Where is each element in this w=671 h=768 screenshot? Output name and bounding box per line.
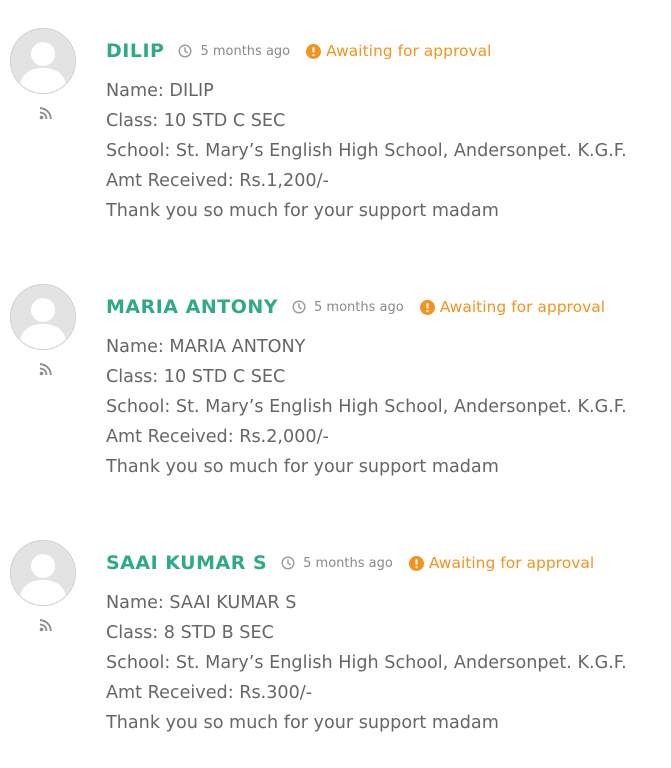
comment-status: Awaiting for approval	[326, 42, 492, 60]
rss-feed-icon[interactable]	[38, 617, 54, 633]
comment-body: Name: MARIA ANTONY Class: 10 STD C SEC S…	[106, 332, 627, 482]
comment-author[interactable]: MARIA ANTONY	[106, 296, 278, 318]
comment-line-message: Thank you so much for your support madam	[106, 713, 499, 733]
comment-header: MARIA ANTONY 5 months ago Awaiting for a…	[106, 294, 605, 320]
comment-line-name: Name: MARIA ANTONY	[106, 337, 306, 357]
avatar	[10, 540, 76, 606]
comment-body: Name: SAAI KUMAR S Class: 8 STD B SEC Sc…	[106, 588, 627, 738]
comment-item: SAAI KUMAR S 5 months ago Awaiting for a…	[0, 540, 671, 760]
comment-line-school: School: St. Mary’s English High School, …	[106, 397, 627, 417]
comment-line-message: Thank you so much for your support madam	[106, 201, 499, 221]
comment-author[interactable]: SAAI KUMAR S	[106, 552, 267, 574]
default-avatar-icon	[11, 541, 75, 605]
comment-status: Awaiting for approval	[428, 554, 595, 572]
rss-feed-icon[interactable]	[38, 105, 54, 121]
exclamation-circle-icon	[419, 299, 435, 315]
comment-line-amount: Amt Received: Rs.1,200/-	[106, 171, 329, 191]
comment-item: DILIP 5 months ago Awaiting for approval…	[0, 28, 671, 248]
clock-icon	[292, 300, 306, 314]
comment-line-school: School: St. Mary’s English High School, …	[106, 653, 627, 673]
comment-line-school: School: St. Mary’s English High School, …	[106, 141, 627, 161]
comment-line-name: Name: SAAI KUMAR S	[106, 593, 297, 613]
comment-body: Name: DILIP Class: 10 STD C SEC School: …	[106, 76, 627, 226]
exclamation-circle-icon	[306, 43, 322, 59]
comment-line-class: Class: 10 STD C SEC	[106, 367, 286, 387]
comment-line-class: Class: 8 STD B SEC	[106, 623, 274, 643]
rss-feed-icon[interactable]	[38, 361, 54, 377]
comment-time[interactable]: 5 months ago	[200, 44, 290, 59]
comment-line-amount: Amt Received: Rs.2,000/-	[106, 427, 329, 447]
comment-header: SAAI KUMAR S 5 months ago Awaiting for a…	[106, 550, 594, 576]
default-avatar-icon	[11, 29, 75, 93]
comment-time[interactable]: 5 months ago	[314, 300, 404, 315]
clock-icon	[281, 556, 295, 570]
default-avatar-icon	[11, 285, 75, 349]
comment-line-name: Name: DILIP	[106, 81, 214, 101]
exclamation-circle-icon	[408, 555, 424, 571]
avatar	[10, 28, 76, 94]
comment-item: MARIA ANTONY 5 months ago Awaiting for a…	[0, 284, 671, 504]
comment-time[interactable]: 5 months ago	[303, 556, 393, 571]
comment-line-message: Thank you so much for your support madam	[106, 457, 499, 477]
clock-icon	[178, 44, 192, 58]
comment-line-amount: Amt Received: Rs.300/-	[106, 683, 313, 703]
comment-author[interactable]: DILIP	[106, 40, 164, 62]
avatar	[10, 284, 76, 350]
comment-line-class: Class: 10 STD C SEC	[106, 111, 286, 131]
comment-status: Awaiting for approval	[439, 298, 606, 316]
comment-header: DILIP 5 months ago Awaiting for approval	[106, 38, 491, 64]
